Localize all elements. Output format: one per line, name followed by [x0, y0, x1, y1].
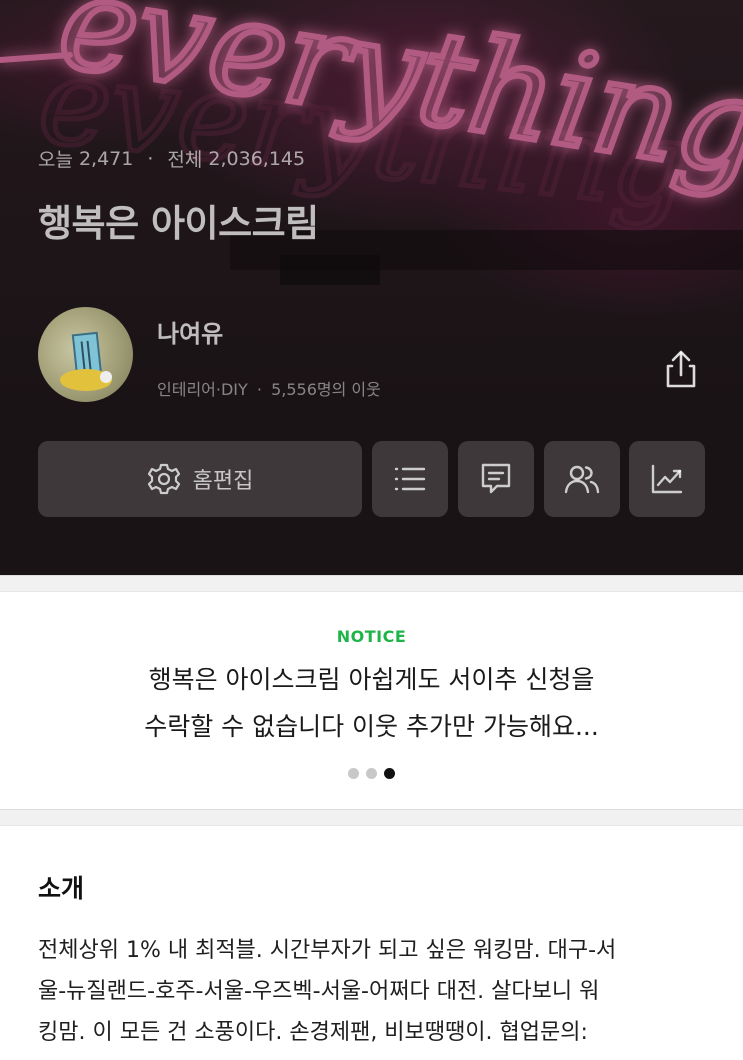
list-icon [394, 467, 426, 491]
blog-subinfo: 인테리어·DIY · 5,556명의 이웃 [157, 376, 381, 400]
intro-text: 전체상위 1% 내 최적블. 시간부자가 되고 싶은 워킹맘. 대구-서 울-뉴… [38, 930, 708, 1053]
today-count: 2,471 [78, 147, 134, 170]
total-label: 전체 [167, 149, 203, 171]
message-icon [481, 463, 511, 494]
notice-message[interactable]: 행복은 아이스크림 아쉽게도 서이추 신청을 수락할 수 없습니다 이웃 추가만… [60, 656, 683, 750]
blog-category: 인테리어·DIY [157, 380, 248, 399]
page-dot[interactable] [348, 768, 359, 779]
intro-line: 킹맘. 이 모든 건 소풍이다. 손경제팬, 비보땡땡이. 협업문의: [38, 1020, 588, 1045]
intro-line: 울-뉴질랜드-호주-서울-우즈벡-서울-어쩌다 대전. 살다보니 워 [38, 979, 600, 1004]
people-icon [564, 465, 600, 494]
notice-line: 행복은 아이스크림 아쉽게도 서이추 신청을 [148, 665, 595, 694]
notice-label: NOTICE [336, 627, 407, 646]
share-icon [666, 350, 696, 388]
nickname[interactable]: 나여유 [157, 314, 223, 349]
stats-separator: · [147, 147, 154, 170]
total-count: 2,036,145 [208, 147, 306, 170]
home-edit-button[interactable]: 홈편집 [38, 441, 362, 517]
neighbors-button[interactable] [544, 441, 620, 517]
intro-line: 전체상위 1% 내 최적블. 시간부자가 되고 싶은 워킹맘. 대구-서 [38, 938, 617, 963]
blog-header: everything everything 오늘 2,471 · 전체 2,03… [0, 0, 743, 575]
share-button[interactable] [655, 343, 707, 395]
post-list-button[interactable] [372, 441, 448, 517]
notice-pagination [0, 768, 743, 779]
chart-icon [651, 464, 683, 494]
gear-icon [147, 463, 180, 495]
today-label: 오늘 [38, 149, 73, 171]
home-edit-label: 홈편집 [192, 469, 254, 494]
visitor-stats: 오늘 2,471 · 전체 2,036,145 [38, 145, 305, 172]
notice-line: 수락할 수 없습니다 이웃 추가만 가능해요... [144, 712, 599, 741]
avatar[interactable] [38, 307, 133, 402]
section-divider [0, 575, 743, 592]
guestbook-button[interactable] [458, 441, 534, 517]
subinfo-separator: · [256, 380, 262, 399]
page-dot-active[interactable] [384, 768, 395, 779]
neighbor-count[interactable]: 5,556명의 이웃 [271, 380, 381, 399]
section-divider [0, 809, 743, 826]
page-dot[interactable] [366, 768, 377, 779]
statistics-button[interactable] [629, 441, 705, 517]
blog-title[interactable]: 행복은 아이스크림 [38, 193, 319, 247]
intro-title: 소개 [38, 874, 85, 903]
